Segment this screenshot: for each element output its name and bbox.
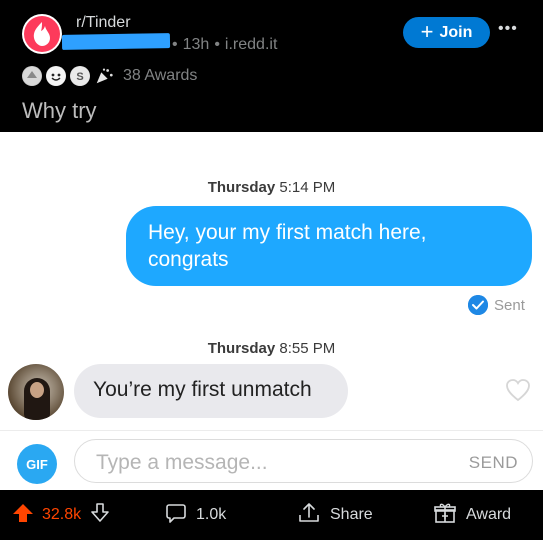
- svg-text:S: S: [76, 71, 83, 83]
- join-button[interactable]: + Join: [403, 17, 490, 48]
- gift-icon: [432, 501, 458, 530]
- sent-status: Sent: [468, 295, 525, 315]
- helpful-award-icon: [22, 66, 42, 86]
- message-input[interactable]: Type a message... SEND: [74, 439, 533, 483]
- post-time: 13h: [182, 36, 210, 53]
- avatar-face: [30, 382, 44, 398]
- subreddit-name[interactable]: r/Tinder: [76, 14, 131, 32]
- sent-message-bubble: Hey, your my first match here, congrats: [126, 206, 532, 286]
- meta-separator: •: [214, 36, 220, 53]
- sent-status-label: Sent: [494, 296, 525, 314]
- timestamp-day: Thursday: [207, 179, 276, 196]
- received-message-bubble: You’re my first unmatch: [74, 364, 348, 418]
- sent-check-icon: [468, 295, 488, 315]
- share-button[interactable]: Share: [296, 490, 373, 540]
- vote-controls: 32.8k: [12, 490, 111, 540]
- gif-button[interactable]: GIF: [17, 444, 57, 484]
- match-avatar[interactable]: [8, 364, 64, 420]
- awards-row[interactable]: S 38 Awards: [22, 66, 197, 86]
- downvote-icon[interactable]: [89, 502, 111, 529]
- message-placeholder: Type a message...: [96, 451, 268, 474]
- award-button[interactable]: Award: [432, 490, 511, 540]
- tinder-flame-icon: [24, 16, 60, 52]
- award-label: Award: [466, 506, 512, 523]
- awards-count: 38 Awards: [123, 67, 198, 84]
- timestamp-time: 5:14 PM: [279, 179, 336, 196]
- post-title[interactable]: Why try: [22, 98, 97, 124]
- share-label: Share: [330, 506, 373, 523]
- post-meta: • 13h • i.redd.it: [172, 36, 277, 54]
- comment-icon: [164, 501, 188, 530]
- post-action-bar: 32.8k 1.0k Share Award: [0, 490, 543, 540]
- silver-award-icon: S: [70, 66, 90, 86]
- post-image-chat[interactable]: Thursday 5:14 PM Hey, your my first matc…: [0, 132, 543, 490]
- party-award-icon: [94, 66, 114, 86]
- more-options-button[interactable]: •••: [498, 20, 518, 38]
- message-timestamp: Thursday 8:55 PM: [0, 340, 543, 357]
- upvote-icon[interactable]: [12, 502, 34, 529]
- timestamp-day: Thursday: [207, 340, 276, 357]
- wholesome-award-icon: [46, 66, 66, 86]
- subreddit-avatar[interactable]: [22, 14, 62, 54]
- divider: [0, 430, 543, 431]
- heart-icon[interactable]: [504, 376, 532, 404]
- send-button[interactable]: SEND: [469, 453, 518, 473]
- post-header: r/Tinder • 13h • i.redd.it + Join ••• S …: [0, 0, 543, 132]
- comments-button[interactable]: 1.0k: [164, 490, 226, 540]
- join-label: Join: [439, 23, 473, 41]
- message-timestamp: Thursday 5:14 PM: [0, 179, 543, 196]
- meta-separator: •: [172, 36, 178, 53]
- share-icon: [296, 501, 322, 530]
- plus-icon: +: [420, 18, 434, 44]
- post-domain[interactable]: i.redd.it: [225, 36, 277, 54]
- redacted-username: [61, 33, 171, 50]
- timestamp-time: 8:55 PM: [279, 340, 336, 357]
- vote-count: 32.8k: [42, 506, 82, 523]
- comment-count: 1.0k: [196, 506, 227, 523]
